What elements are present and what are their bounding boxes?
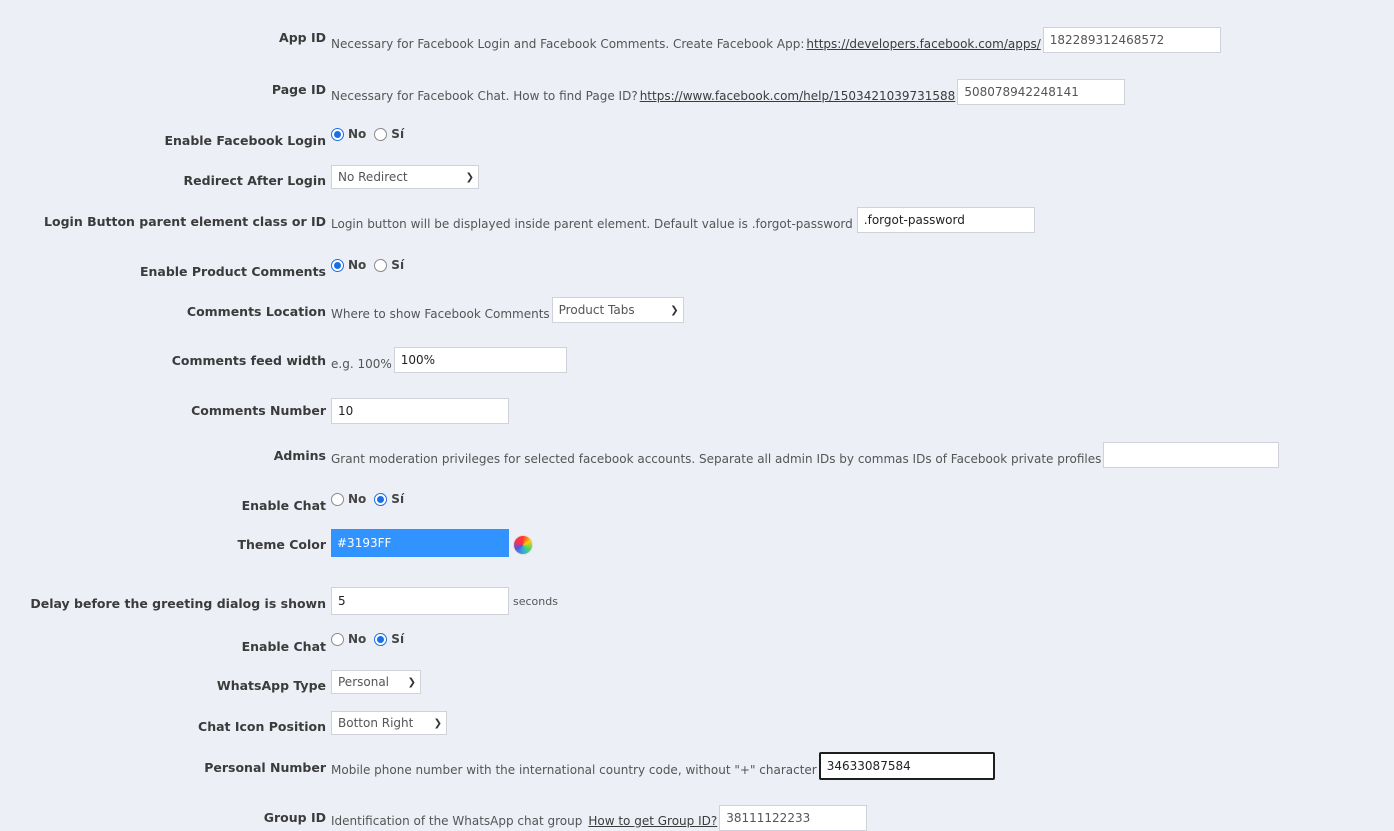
delay-input[interactable]: 5 [331,587,509,615]
chevron-down-icon: ❯ [670,304,679,316]
enable-chat-fb-no-radio[interactable] [331,492,344,506]
redirect-select[interactable]: No Redirect ❯ [331,165,479,189]
comments-number-label: Comments Number [191,403,326,418]
enable-product-comments-label: Enable Product Comments [139,264,326,279]
enable-login-no-radio[interactable] [331,127,344,141]
enable-chat-whatsapp-label: Enable Chat [241,639,326,654]
redirect-after-login-label: Redirect After Login [183,173,326,188]
admins-description: Grant moderation privileges for selected… [331,452,1102,466]
comments-feed-width-input[interactable]: 100% [393,347,567,373]
enable-chat-wa-no-label: No [348,632,367,646]
enable-chat-wa-no-radio[interactable] [331,632,344,646]
app-id-link[interactable]: https://developers.facebook.com/apps/ [806,37,1040,51]
enable-comments-yes-radio[interactable] [374,258,388,272]
enable-chat-fb-no-option[interactable]: No [331,492,366,506]
admins-input[interactable] [1103,442,1280,468]
chevron-down-icon: ❯ [465,171,474,183]
whatsapp-type-value: Personal [338,675,390,689]
enable-login-yes-option[interactable]: Sí [374,127,404,141]
group-id-input[interactable]: 38111122233 [719,805,868,831]
enable-chat-wa-yes-option[interactable]: Sí [374,632,404,646]
chat-icon-position-select[interactable]: Botton Right ❯ [331,711,447,735]
app-id-input[interactable]: 182289312468572 [1042,27,1221,53]
chevron-down-icon: ❯ [407,676,416,688]
whatsapp-type-select[interactable]: Personal ❯ [331,670,421,694]
comments-location-description: Where to show Facebook Comments [331,307,550,321]
admins-label: Admins [273,448,326,463]
personal-number-label: Personal Number [204,760,326,775]
delay-unit: seconds [513,594,558,608]
color-wheel-icon[interactable] [513,535,533,555]
enable-comments-yes-label: Sí [391,258,405,272]
comments-feed-width-label: Comments feed width [171,353,326,368]
enable-chat-facebook-label: Enable Chat [241,498,326,513]
enable-chat-fb-yes-radio[interactable] [374,492,388,506]
chevron-down-icon: ❯ [433,717,442,729]
theme-color-label: Theme Color [237,537,326,552]
app-id-label: App ID [279,30,326,45]
chat-icon-position-label: Chat Icon Position [198,719,326,734]
chat-icon-position-value: Botton Right [338,716,414,730]
enable-chat-wa-no-option[interactable]: No [331,632,366,646]
whatsapp-type-label: WhatsApp Type [216,678,326,693]
group-id-description: Identification of the WhatsApp chat grou… [331,814,583,828]
enable-login-no-label: No [348,127,367,141]
enable-login-yes-radio[interactable] [374,127,388,141]
login-button-parent-description: Login button will be displayed inside pa… [331,217,853,231]
page-id-link[interactable]: https://www.facebook.com/help/1503421039… [640,89,956,103]
group-id-help-link[interactable]: How to get Group ID? [588,814,717,828]
page-id-description: Necessary for Facebook Chat. How to find… [331,89,638,103]
enable-chat-fb-no-label: No [348,492,367,506]
app-id-description: Necessary for Facebook Login and Faceboo… [331,37,805,51]
enable-comments-yes-option[interactable]: Sí [374,258,404,272]
enable-chat-fb-yes-label: Sí [391,492,405,506]
page-id-input[interactable]: 508078942248141 [957,79,1126,105]
comments-feed-width-description: e.g. 100% [331,357,392,371]
enable-login-no-option[interactable]: No [331,127,366,141]
delay-label: Delay before the greeting dialog is show… [30,596,326,611]
enable-chat-wa-yes-radio[interactable] [374,632,388,646]
enable-chat-wa-yes-label: Sí [391,632,405,646]
enable-chat-fb-yes-option[interactable]: Sí [374,492,404,506]
enable-login-yes-label: Sí [391,127,405,141]
enable-comments-no-radio[interactable] [331,258,344,272]
login-button-parent-input[interactable]: .forgot-password [856,207,1035,233]
enable-facebook-login-label: Enable Facebook Login [164,133,326,148]
personal-number-description: Mobile phone number with the internation… [331,763,817,777]
comments-location-label: Comments Location [186,304,326,319]
enable-comments-no-option[interactable]: No [331,258,366,272]
comments-location-select[interactable]: Product Tabs ❯ [551,297,684,323]
personal-number-input[interactable]: 34633087584 [818,752,995,780]
settings-panel: App ID Necessary for Facebook Login and … [0,0,1394,831]
comments-number-input[interactable]: 10 [331,398,509,424]
enable-comments-no-label: No [348,258,367,272]
redirect-select-value: No Redirect [338,170,408,184]
comments-location-value: Product Tabs [558,303,635,317]
group-id-label: Group ID [263,810,326,825]
theme-color-input[interactable]: #3193FF [331,529,509,557]
login-button-parent-label: Login Button parent element class or ID [44,214,326,229]
page-id-label: Page ID [271,82,326,97]
